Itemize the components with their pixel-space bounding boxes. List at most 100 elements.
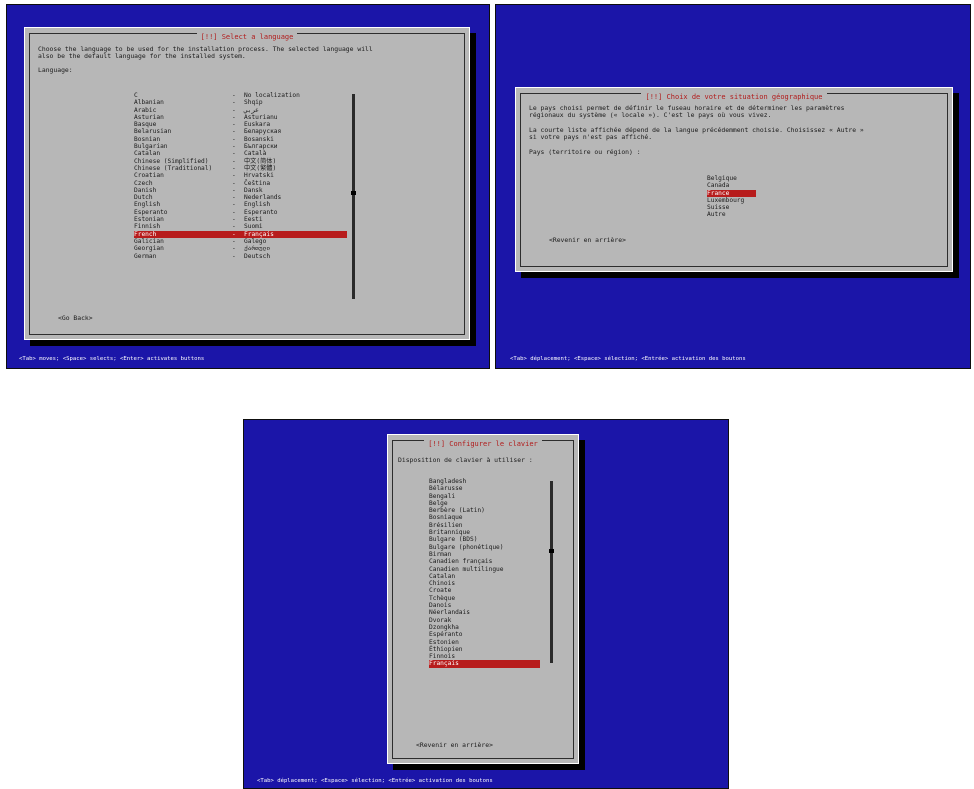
language-name: C — [134, 92, 138, 99]
keyboard-layout-option[interactable]: Bulgare (BDS) — [429, 536, 540, 543]
language-option[interactable]: Esperanto - Esperanto — [134, 209, 347, 216]
language-native-name: Hrvatski — [244, 172, 274, 180]
language-separator: - — [232, 99, 236, 107]
language-option[interactable]: Basque - Euskara — [134, 121, 347, 128]
dialog-location: [!!] Choix de votre situation géographiq… — [515, 87, 953, 272]
language-native-name: Čeština — [244, 179, 271, 187]
language-separator: - — [232, 172, 236, 180]
language-name: Catalan — [134, 150, 161, 158]
keyboard-layout-option[interactable]: Tchèque — [429, 595, 540, 602]
dialog-select-language: [!!] Select a language Choose the langua… — [24, 27, 470, 340]
keyboard-scrollbar[interactable] — [549, 481, 554, 663]
language-name: Estonian — [134, 216, 164, 224]
language-native-name: English — [244, 201, 271, 209]
language-native-name: Беларуская — [244, 128, 282, 136]
language-option[interactable]: Bulgarian - Български — [134, 143, 347, 150]
language-name: Esperanto — [134, 208, 168, 216]
scrollbar-thumb[interactable] — [351, 191, 356, 195]
language-separator: - — [232, 201, 236, 209]
language-list[interactable]: C - No localization Albanian - Shqip Arabic - عر… — [134, 92, 347, 260]
language-native-name: Bosanski — [244, 135, 274, 143]
language-option[interactable]: French - Français — [134, 230, 347, 238]
language-separator: - — [232, 164, 236, 172]
language-scrollbar[interactable] — [351, 94, 356, 299]
keyboard-layout-option[interactable]: Français — [429, 660, 540, 668]
country-option[interactable]: Canada — [707, 182, 756, 189]
language-name: Chinese (Traditional) — [134, 164, 213, 172]
keyboard-layout-option[interactable]: Espéranto — [429, 631, 540, 638]
language-separator: - — [232, 237, 236, 245]
language-option[interactable]: German - Deutsch — [134, 253, 347, 260]
keyboard-layout-option-label: Bengali — [429, 492, 456, 500]
language-option[interactable]: Bosnian - Bosanski — [134, 136, 347, 143]
language-separator: - — [232, 223, 236, 231]
language-native-name: 中文(繁體) — [244, 164, 277, 172]
language-native-name: Euskara — [244, 121, 271, 129]
language-separator: - — [232, 143, 236, 151]
keyboard-layout-option[interactable]: Canadien multilingue — [429, 566, 540, 573]
language-name: Croatian — [134, 172, 164, 180]
language-option[interactable]: Albanian - Shqip — [134, 99, 347, 106]
language-name: Arabic — [134, 106, 157, 114]
language-separator: - — [232, 106, 236, 114]
language-option[interactable]: English - English — [134, 201, 347, 208]
back-button[interactable]: <Revenir en arrière> — [549, 237, 626, 244]
language-option[interactable]: Georgian - ქართული — [134, 245, 347, 252]
language-native-name: Eesti — [244, 216, 263, 224]
language-option[interactable]: Croatian - Hrvatski — [134, 172, 347, 179]
language-option[interactable]: Arabic - عربي — [134, 107, 347, 114]
keyboard-layout-list[interactable]: Bangladesh Bélarusse Bengali Belge Berbère (… — [429, 478, 540, 668]
language-native-name: Dansk — [244, 186, 263, 194]
keyboard-layout-option-label: Éthiopien — [429, 645, 463, 653]
selection-highlight — [134, 230, 347, 238]
language-option[interactable]: Asturian - Asturianu — [134, 114, 347, 121]
country-option[interactable]: Autre — [707, 211, 756, 218]
language-name: Czech — [134, 179, 153, 187]
status-bar: <Tab> déplacement; <Espace> sélection; <… — [510, 356, 746, 362]
country-option[interactable]: France — [707, 189, 756, 197]
keyboard-layout-option-label: Néerlandais — [429, 609, 470, 617]
language-option[interactable]: Czech - Čeština — [134, 180, 347, 187]
status-bar: <Tab> déplacement; <Espace> sélection; <… — [257, 778, 493, 784]
go-back-button[interactable]: <Go Back> — [58, 315, 93, 322]
language-option[interactable]: Dutch - Nederlands — [134, 194, 347, 201]
keyboard-layout-option[interactable]: Croate — [429, 587, 540, 594]
language-native-name: Asturianu — [244, 113, 278, 121]
language-option[interactable]: Finnish - Suomi — [134, 223, 347, 230]
language-separator: - — [232, 186, 236, 194]
language-separator: - — [232, 230, 236, 238]
language-option[interactable]: Estonian - Eesti — [134, 216, 347, 223]
language-native-name: No localization — [244, 92, 300, 99]
language-separator: - — [232, 179, 236, 187]
language-option[interactable]: Chinese (Simplified) - 中文(简体) — [134, 158, 347, 165]
language-name: Galician — [134, 237, 164, 245]
keyboard-layout-option[interactable]: Canadien français — [429, 558, 540, 565]
language-option[interactable]: Galician - Galego — [134, 238, 347, 245]
language-option[interactable]: Chinese (Traditional) - 中文(繁體) — [134, 165, 347, 172]
keyboard-layout-option[interactable]: Néerlandais — [429, 609, 540, 616]
language-option[interactable]: C - No localization — [134, 92, 347, 99]
keyboard-layout-option-label: Français — [429, 660, 459, 668]
language-native-name: Esperanto — [244, 208, 278, 216]
keyboard-layout-option[interactable]: Bengali — [429, 493, 540, 500]
dialog-title: [!!] Configurer le clavier — [393, 440, 573, 448]
location-text-line2: régionaux du système (« locale »). C'est… — [529, 111, 772, 119]
dialog-title: [!!] Choix de votre situation géographiq… — [521, 93, 947, 101]
language-separator: - — [232, 194, 236, 202]
back-button[interactable]: <Revenir en arrière> — [416, 742, 493, 749]
keyboard-layout-option[interactable]: Bulgare (phonétique) — [429, 544, 540, 551]
keyboard-layout-option[interactable]: Dvorak — [429, 617, 540, 624]
keyboard-layout-option[interactable]: Bélarusse — [429, 485, 540, 492]
language-name: French — [134, 230, 157, 238]
keyboard-layout-option[interactable]: Brésilien — [429, 522, 540, 529]
keyboard-layout-option[interactable]: Bosniaque — [429, 514, 540, 521]
country-list[interactable]: Belgique Canada France Luxembourg Suisse Autr… — [707, 175, 756, 219]
language-separator: - — [232, 252, 236, 260]
scrollbar-thumb[interactable] — [549, 549, 554, 553]
language-name: Belarusian — [134, 128, 172, 136]
language-option[interactable]: Danish - Dansk — [134, 187, 347, 194]
language-option[interactable]: Belarusian - Беларуская — [134, 128, 347, 135]
language-option[interactable]: Catalan - Català — [134, 150, 347, 157]
keyboard-layout-option[interactable]: Estonien — [429, 639, 540, 646]
language-native-name: ქართული — [244, 245, 271, 253]
